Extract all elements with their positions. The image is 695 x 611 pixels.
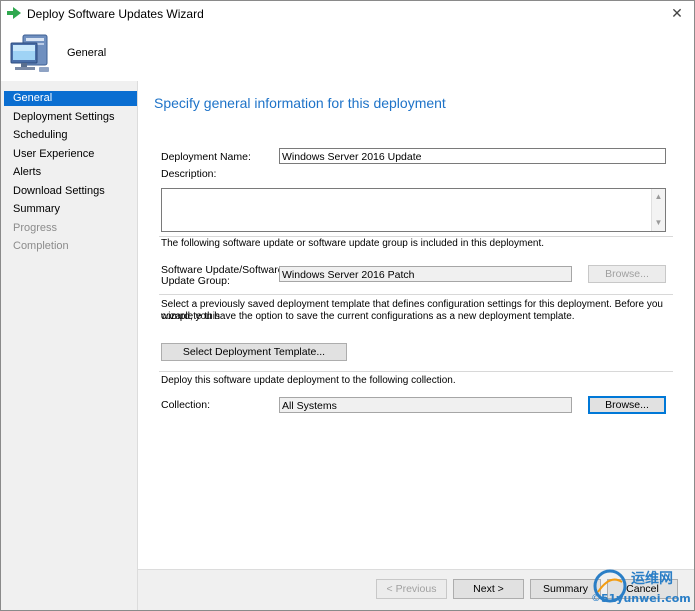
update-group-label-line2: Update Group:	[161, 275, 230, 287]
scroll-down-icon[interactable]: ▼	[652, 216, 665, 230]
page-header: General	[1, 27, 694, 82]
select-deployment-template-button[interactable]: Select Deployment Template...	[161, 343, 347, 361]
description-label: Description:	[161, 168, 217, 180]
collection-field: All Systems	[279, 397, 572, 413]
close-button[interactable]: ✕	[666, 4, 688, 22]
update-group-info: The following software update or softwar…	[161, 238, 545, 249]
collection-info: Deploy this software update deployment t…	[161, 375, 456, 386]
divider	[159, 294, 673, 295]
description-scrollbar[interactable]: ▲ ▼	[651, 189, 665, 231]
wizard-nav: General Deployment Settings Scheduling U…	[1, 81, 138, 610]
nav-item-download-settings[interactable]: Download Settings	[4, 184, 137, 199]
page-heading: Specify general information for this dep…	[154, 95, 446, 111]
previous-button: < Previous	[376, 579, 447, 599]
deployment-name-input[interactable]: Windows Server 2016 Update	[279, 148, 666, 164]
nav-item-scheduling[interactable]: Scheduling	[4, 128, 137, 143]
header-title: General	[67, 47, 107, 59]
deployment-name-label: Deployment Name:	[161, 151, 251, 163]
computer-icon	[10, 34, 49, 72]
watermark: 运维网 © 51yunwei .com	[589, 566, 694, 610]
next-button[interactable]: Next >	[453, 579, 524, 599]
title-bar: Deploy Software Updates Wizard ✕	[1, 1, 694, 27]
watermark-cn-text: 运维网	[631, 571, 673, 587]
divider	[159, 371, 673, 372]
template-info-line2: wizard, you have the option to save the …	[161, 311, 575, 322]
nav-item-deployment-settings[interactable]: Deployment Settings	[4, 110, 137, 125]
nav-item-general[interactable]: General	[4, 91, 137, 106]
watermark-brand: 51yunwei	[601, 592, 661, 605]
nav-item-alerts[interactable]: Alerts	[4, 165, 137, 180]
wizard-window: Deploy Software Updates Wizard ✕ General…	[0, 0, 695, 611]
window-title: Deploy Software Updates Wizard	[27, 7, 204, 21]
nav-item-summary[interactable]: Summary	[4, 202, 137, 217]
watermark-domain: .com	[661, 592, 691, 605]
green-arrow-icon	[7, 7, 21, 19]
nav-item-user-experience[interactable]: User Experience	[4, 147, 137, 162]
description-input[interactable]: ▲ ▼	[161, 188, 666, 232]
scroll-up-icon[interactable]: ▲	[652, 190, 665, 204]
divider	[159, 236, 673, 237]
nav-item-progress: Progress	[13, 222, 58, 234]
main-panel: Specify general information for this dep…	[138, 81, 694, 610]
update-group-browse-button: Browse...	[588, 265, 666, 283]
collection-browse-button[interactable]: Browse...	[588, 396, 666, 414]
watermark-prefix: ©	[591, 593, 601, 604]
update-group-field: Windows Server 2016 Patch	[279, 266, 572, 282]
nav-item-completion: Completion	[13, 240, 69, 252]
collection-label: Collection:	[161, 399, 211, 411]
